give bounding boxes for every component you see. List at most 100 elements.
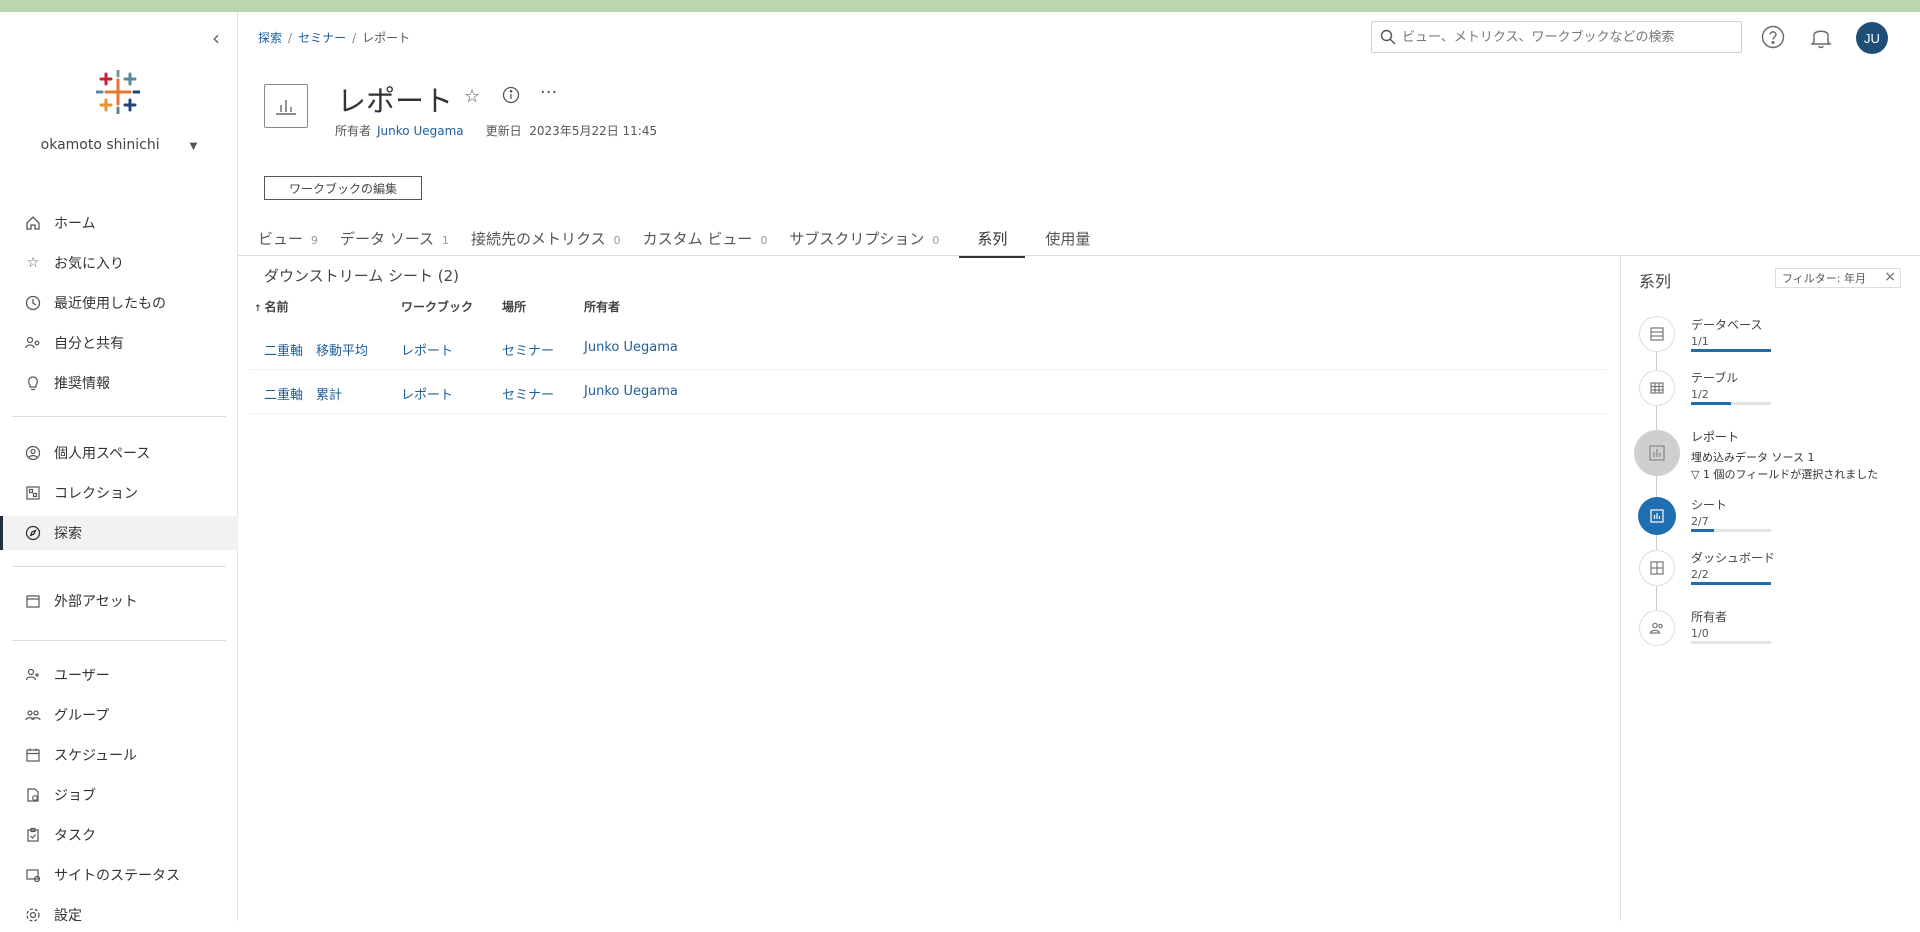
sidebar-item-label: 自分と共有: [54, 336, 124, 352]
search-icon: [1380, 29, 1396, 45]
sidebar-item-groups[interactable]: グループ: [0, 698, 238, 732]
search-input[interactable]: [1402, 29, 1732, 45]
lineage-label-table[interactable]: テーブル 1/2: [1691, 369, 1738, 401]
owner-link[interactable]: Junko Uegama: [584, 340, 678, 355]
owner-link[interactable]: Junko Uegama: [584, 384, 678, 399]
location-link[interactable]: セミナー: [502, 340, 554, 359]
bell-icon[interactable]: [1808, 24, 1834, 50]
info-icon[interactable]: [502, 86, 520, 109]
status-icon: [24, 866, 42, 884]
tab-subscriptions[interactable]: サブスクリプション 0: [789, 228, 939, 256]
sheet-name-link[interactable]: 二重軸 累計: [264, 384, 342, 403]
sidebar-item-settings[interactable]: 設定: [0, 898, 238, 932]
lineage-bar-fill: [1691, 349, 1771, 352]
favorite-star-icon[interactable]: ☆: [464, 86, 480, 107]
sidebar-item-collections[interactable]: コレクション: [0, 476, 238, 510]
calendar-icon: [24, 746, 42, 764]
tab-bar: ビュー 9 データ ソース 1 接続先のメトリクス 0 カスタム ビュー 0 サブスクリ…: [258, 228, 1112, 258]
lineage-node-workbook[interactable]: [1634, 430, 1680, 476]
lineage-node-sheets[interactable]: [1638, 497, 1676, 535]
group-icon: [24, 706, 42, 724]
sidebar-item-site-status[interactable]: サイトのステータス: [0, 858, 238, 892]
column-header-owner[interactable]: 所有者: [584, 298, 620, 315]
more-actions-icon[interactable]: ···: [540, 82, 557, 103]
caret-down-icon: ▼: [189, 141, 198, 152]
sidebar-item-label: 探索: [54, 526, 82, 542]
sidebar-item-home[interactable]: ホーム: [0, 206, 238, 240]
gear-icon: [24, 906, 42, 924]
lineage-bar-fill: [1691, 402, 1731, 405]
collection-icon: [24, 484, 42, 502]
sidebar-item-favorites[interactable]: ☆ お気に入り: [0, 246, 238, 280]
edit-workbook-button[interactable]: ワークブックの編集: [264, 176, 422, 200]
browser-top-strip: [0, 0, 1920, 12]
lineage-label-owners[interactable]: 所有者 1/0: [1691, 608, 1727, 640]
column-header-location[interactable]: 場所: [502, 298, 526, 315]
sidebar-item-tasks[interactable]: タスク: [0, 818, 238, 852]
owners-icon: [1649, 622, 1663, 634]
sidebar-divider: [12, 416, 226, 417]
lineage-node-dashboards[interactable]: [1639, 550, 1675, 586]
filter-label: フィルター: 年月: [1782, 272, 1866, 285]
lineage-label-dashboards[interactable]: ダッシュボード 2/2: [1691, 549, 1775, 581]
tab-lineage[interactable]: 系列: [959, 228, 1026, 258]
sidebar-item-label: ジョブ: [54, 788, 96, 804]
sidebar-item-label: コレクション: [54, 486, 138, 502]
sheet-icon: [1650, 509, 1664, 523]
updated-label: 更新日: [485, 124, 522, 138]
tab-usage[interactable]: 使用量: [1045, 228, 1090, 256]
filter-chip[interactable]: フィルター: 年月 ×: [1775, 268, 1901, 288]
sidebar-item-recommendations[interactable]: 推奨情報: [0, 366, 238, 400]
user-selector[interactable]: okamoto shinichi ▼: [0, 137, 238, 153]
lineage-node-database[interactable]: [1639, 316, 1675, 352]
breadcrumb-explore[interactable]: 探索: [258, 31, 282, 45]
owner-link[interactable]: Junko Uegama: [377, 124, 464, 138]
table-row: 二重軸 累計 レポート セミナー Junko Uegama: [250, 370, 1606, 414]
embedded-data-source-link[interactable]: 埋め込みデータ ソース 1: [1691, 449, 1814, 465]
breadcrumb: 探索 / セミナー / レポート: [258, 31, 411, 45]
workbook-small-icon: [1649, 445, 1665, 461]
close-icon[interactable]: ×: [1884, 269, 1896, 285]
lineage-label-sheets[interactable]: シート 2/7: [1691, 496, 1727, 528]
page-title: レポート: [337, 84, 454, 118]
column-header-name[interactable]: ↑ 名前: [254, 298, 289, 315]
sidebar-item-external-assets[interactable]: 外部アセット: [0, 584, 238, 618]
workbook-link[interactable]: レポート: [401, 340, 453, 359]
sidebar-item-recents[interactable]: 最近使用したもの: [0, 286, 238, 320]
sidebar-item-label: グループ: [54, 708, 110, 724]
sidebar-item-label: ホーム: [54, 216, 96, 232]
avatar[interactable]: JU: [1856, 22, 1888, 54]
sheet-name-link[interactable]: 二重軸 移動平均: [264, 340, 368, 359]
sidebar-item-shared[interactable]: 自分と共有: [0, 326, 238, 360]
clock-icon: [24, 294, 42, 312]
column-header-workbook[interactable]: ワークブック: [401, 298, 473, 315]
breadcrumb-seminar[interactable]: セミナー: [298, 31, 346, 45]
fields-selected-text[interactable]: ▽ 1 個のフィールドが選択されました: [1691, 466, 1878, 482]
compass-icon: [24, 524, 42, 542]
tab-custom-views[interactable]: カスタム ビュー 0: [643, 228, 768, 256]
tab-connected-metrics[interactable]: 接続先のメトリクス 0: [471, 228, 621, 256]
workbook-link[interactable]: レポート: [401, 384, 453, 403]
lineage-node-owners[interactable]: [1639, 610, 1675, 646]
sidebar-item-explore[interactable]: 探索: [0, 516, 238, 550]
location-link[interactable]: セミナー: [502, 384, 554, 403]
lineage-label-database[interactable]: データベース 1/1: [1691, 316, 1762, 348]
help-icon[interactable]: [1760, 24, 1786, 50]
lineage-bar-fill: [1691, 582, 1771, 585]
table-icon: [1650, 382, 1664, 394]
sidebar-item-label: 個人用スペース: [54, 446, 151, 462]
tab-views[interactable]: ビュー 9: [258, 228, 318, 256]
lightbulb-icon: [24, 374, 42, 392]
database-icon: [1650, 327, 1664, 341]
sidebar-item-schedules[interactable]: スケジュール: [0, 738, 238, 772]
sidebar-item-jobs[interactable]: ジョブ: [0, 778, 238, 812]
lineage-bar-owners: [1691, 641, 1771, 644]
sidebar-item-users[interactable]: ユーザー: [0, 658, 238, 692]
tab-data-sources[interactable]: データ ソース 1: [340, 228, 449, 256]
lineage-node-table[interactable]: [1639, 370, 1675, 406]
sidebar-item-personal-space[interactable]: 個人用スペース: [0, 436, 238, 470]
collapse-sidebar-icon[interactable]: ‹: [212, 26, 220, 50]
lineage-bar-dashboards: [1691, 582, 1771, 585]
search-box[interactable]: [1371, 21, 1742, 53]
user-icon: [24, 666, 42, 684]
